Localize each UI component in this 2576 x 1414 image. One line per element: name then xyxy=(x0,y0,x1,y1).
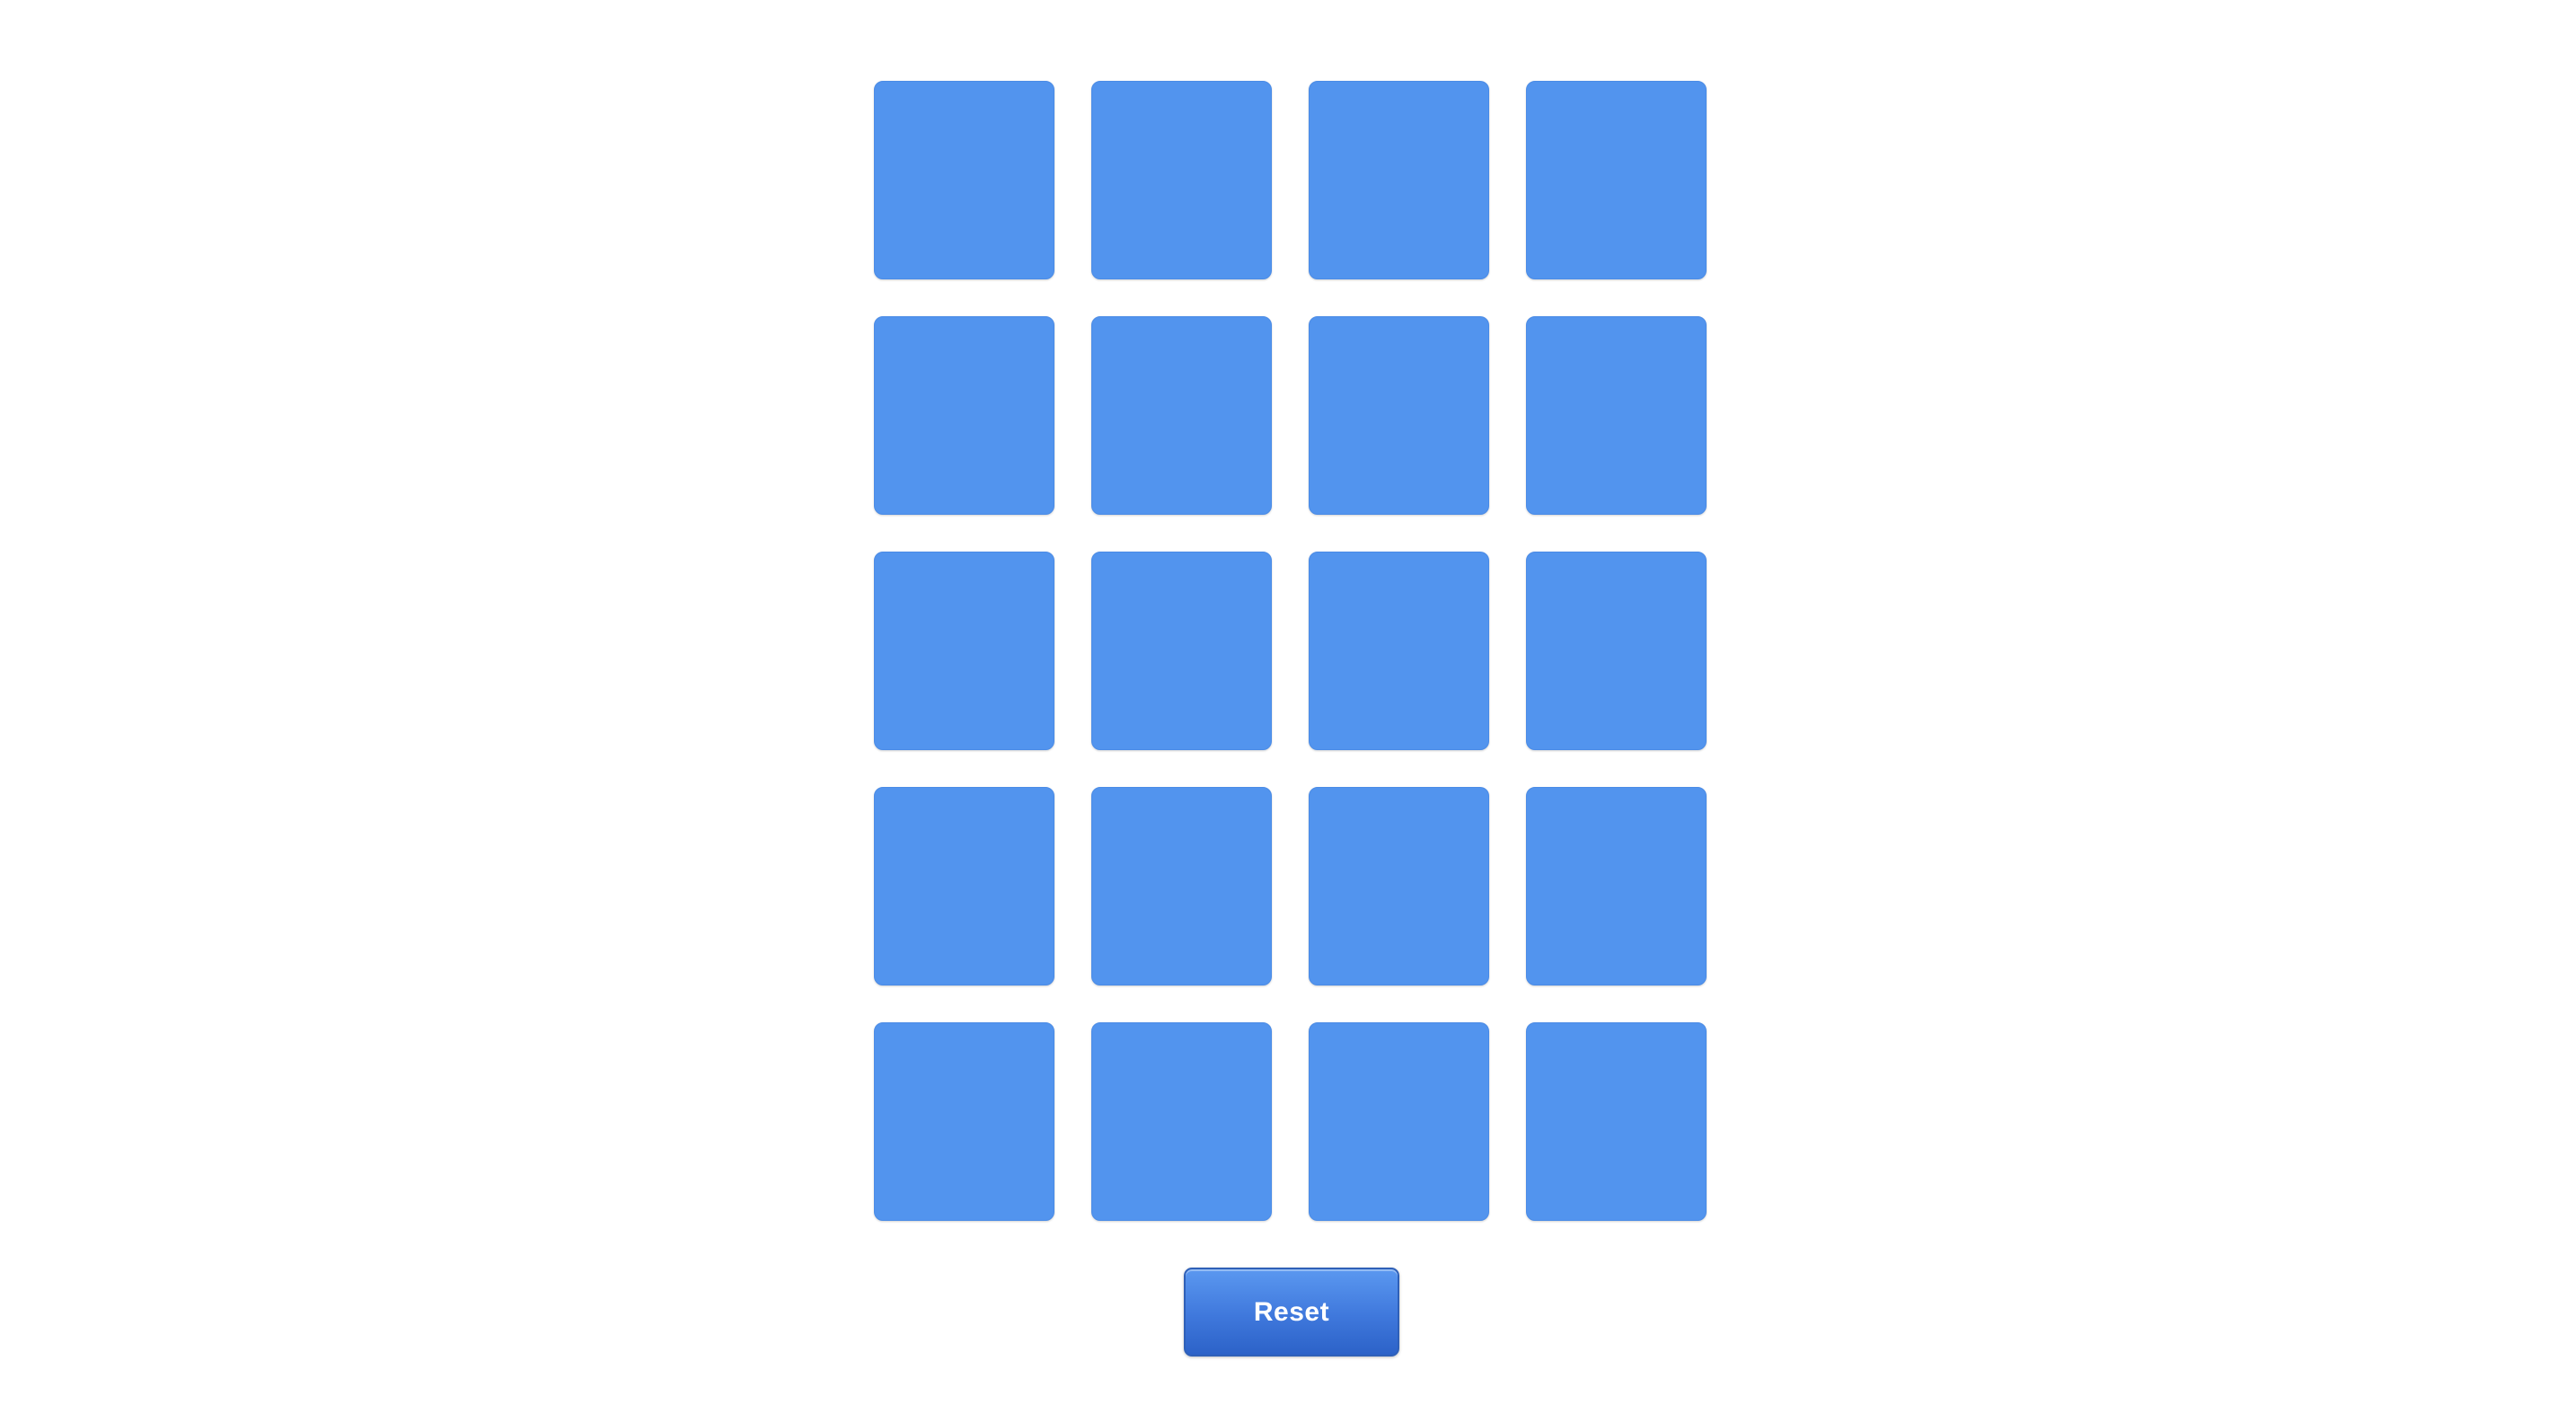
memory-card[interactable] xyxy=(1526,787,1707,985)
memory-card[interactable] xyxy=(1526,81,1707,279)
memory-card[interactable] xyxy=(874,1022,1054,1221)
memory-card[interactable] xyxy=(1309,552,1489,750)
memory-card[interactable] xyxy=(1091,787,1272,985)
memory-card[interactable] xyxy=(874,787,1054,985)
memory-card[interactable] xyxy=(874,81,1054,279)
memory-card[interactable] xyxy=(1091,81,1272,279)
memory-card[interactable] xyxy=(1091,1022,1272,1221)
memory-card[interactable] xyxy=(1526,316,1707,515)
memory-card[interactable] xyxy=(1309,316,1489,515)
memory-card[interactable] xyxy=(1526,1022,1707,1221)
memory-card[interactable] xyxy=(1091,316,1272,515)
memory-card[interactable] xyxy=(1309,787,1489,985)
card-grid xyxy=(874,81,1707,1221)
memory-card[interactable] xyxy=(1091,552,1272,750)
memory-card[interactable] xyxy=(1526,552,1707,750)
memory-card[interactable] xyxy=(874,552,1054,750)
memory-card[interactable] xyxy=(1309,1022,1489,1221)
reset-button[interactable]: Reset xyxy=(1184,1268,1399,1357)
memory-card[interactable] xyxy=(1309,81,1489,279)
memory-card[interactable] xyxy=(874,316,1054,515)
